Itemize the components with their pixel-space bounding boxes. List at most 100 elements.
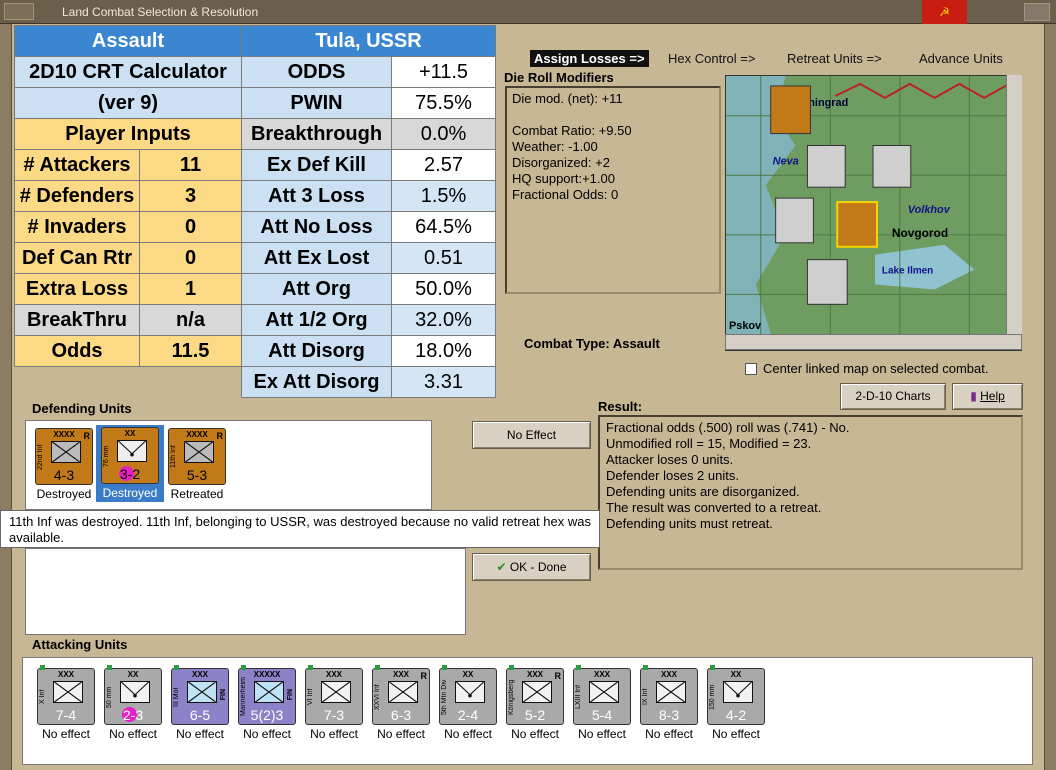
mini-map[interactable]: Leningrad Neva Volkhov Novgorod Lake Ilm… — [725, 75, 1022, 351]
attacker-unit[interactable]: XXX IX Inf 8-3 No effect — [638, 665, 700, 741]
attacker-unit[interactable]: XXX X Inf 7-4 No effect — [35, 665, 97, 741]
unit-strength: 4-3 — [53, 467, 75, 483]
unit-counter[interactable]: XX 5th Mtn Div 2-4 — [439, 665, 497, 725]
calc-input-invaders[interactable]: 0 — [139, 211, 242, 243]
calc-label-attexlost: Att Ex Lost — [241, 242, 392, 274]
unit-counter[interactable]: XXXXX Mannerheim FIN 5(2)3 — [238, 665, 296, 725]
result-line: Fractional odds (.500) roll was (.741) -… — [606, 420, 850, 435]
map-vertical-scrollbar[interactable] — [1006, 75, 1022, 334]
infantry-symbol-icon — [53, 681, 83, 703]
defender-unit-selected[interactable]: XX 76 mm 3-2 Destroyed — [96, 425, 164, 502]
map-counter-7-3[interactable] — [806, 144, 846, 188]
calc-input-odds[interactable]: 11.5 — [139, 335, 242, 367]
no-effect-button[interactable]: No Effect — [472, 421, 591, 449]
help-button[interactable]: ▮ Help — [952, 383, 1023, 410]
attacker-unit[interactable]: XXX XXVI Inf R 6-3 No effect — [370, 665, 432, 741]
calc-label-breakthrough: Breakthrough — [241, 118, 392, 150]
map-label-novgorod: Novgorod — [892, 226, 948, 240]
calc-label-att3loss: Att 3 Loss — [241, 180, 392, 212]
unit-strength: 7-3 — [323, 707, 345, 723]
center-linked-map-option[interactable]: Center linked map on selected combat. — [745, 361, 988, 376]
infantry-symbol-icon — [589, 681, 619, 703]
calc-empty-cell — [14, 366, 242, 398]
infantry-symbol-icon — [388, 681, 418, 703]
unit-counter[interactable]: XX 50 mm 2-3 — [104, 665, 162, 725]
phase-assign-losses[interactable]: Assign Losses => — [530, 50, 649, 67]
system-menu-icon[interactable] — [4, 3, 34, 20]
calc-input-defenders[interactable]: 3 — [139, 180, 242, 212]
combat-log-area — [25, 548, 466, 635]
map-counter-leningrad[interactable] — [770, 85, 811, 135]
attacking-units-title: Attacking Units — [32, 637, 128, 652]
unit-counter[interactable]: XXX XXVI Inf R 6-3 — [372, 665, 430, 725]
attacker-unit[interactable]: XXX III Mot FIN 6-5 No effect — [169, 665, 231, 741]
drm-line — [512, 107, 714, 123]
calc-label-extraloss: Extra Loss — [14, 273, 140, 305]
attacker-unit[interactable]: XXX VI Inf 7-3 No effect — [303, 665, 365, 741]
map-counter-6-3[interactable] — [872, 144, 912, 188]
calc-player-inputs: Player Inputs — [14, 118, 242, 150]
calc-label-atthalforg: Att 1/2 Org — [241, 304, 392, 336]
map-horizontal-scrollbar[interactable] — [725, 334, 1022, 350]
center-linked-checkbox[interactable] — [745, 363, 757, 375]
unit-counter[interactable]: XXXX 11th Inf R 5-3 — [168, 428, 226, 485]
check-icon: ✔ — [496, 560, 510, 574]
map-counter-5-4[interactable] — [806, 259, 848, 305]
attacker-unit[interactable]: XXX Königsberg R 5-2 No effect — [504, 665, 566, 741]
calc-label-exattdisorg: Ex Att Disorg — [241, 366, 392, 398]
calc-input-extraloss[interactable]: 1 — [139, 273, 242, 305]
unit-counter[interactable]: XX 150 mm 4-2 — [707, 665, 765, 725]
result-line: The result was converted to a retreat. — [606, 500, 822, 515]
calc-input-defcanrtr[interactable]: 0 — [139, 242, 242, 274]
attacker-unit[interactable]: XX 150 mm 4-2 No effect — [705, 665, 767, 741]
unit-counter[interactable]: XXX X Inf 7-4 — [37, 665, 95, 725]
unit-nation: FIN — [220, 689, 227, 701]
calc-value-exattdisorg: 3.31 — [391, 366, 496, 398]
map-counter-7-4[interactable] — [775, 197, 814, 244]
ok-done-button[interactable]: ✔ OK - Done — [472, 553, 591, 581]
phase-retreat-units[interactable]: Retreat Units => — [787, 51, 882, 66]
close-button[interactable] — [1024, 3, 1050, 21]
unit-reserve-mark: R — [554, 671, 562, 681]
artillery-symbol-icon — [117, 440, 147, 462]
attacker-unit[interactable]: XX 50 mm 2-3 No effect — [102, 665, 164, 741]
die-roll-modifiers-title: Die Roll Modifiers — [504, 70, 614, 85]
unit-status: No effect — [578, 727, 626, 741]
unit-counter[interactable]: XXX VI Inf 7-3 — [305, 665, 363, 725]
unit-counter[interactable]: XX 76 mm 3-2 — [101, 427, 159, 484]
attacker-unit[interactable]: XXXXX Mannerheim FIN 5(2)3 No effect — [236, 665, 298, 741]
unit-counter[interactable]: XXXX 22nd Inf R 4-3 — [35, 428, 93, 485]
attacker-unit[interactable]: XX 5th Mtn Div 2-4 No effect — [437, 665, 499, 741]
ok-done-label: OK - Done — [509, 560, 567, 574]
infantry-symbol-icon — [656, 681, 686, 703]
calc-input-attackers[interactable]: 11 — [139, 149, 242, 181]
calc-label-odds-input: Odds — [14, 335, 140, 367]
defender-unit[interactable]: XXXX 22nd Inf R 4-3 Destroyed — [33, 428, 95, 501]
drm-line: Weather: -1.00 — [512, 139, 598, 154]
unit-status: No effect — [444, 727, 492, 741]
attacker-unit[interactable]: XXX LXIII Inf 5-4 No effect — [571, 665, 633, 741]
unit-counter[interactable]: XXX Königsberg R 5-2 — [506, 665, 564, 725]
defending-units-title: Defending Units — [32, 401, 132, 416]
calc-label-attdisorg: Att Disorg — [241, 335, 392, 367]
unit-strength: 6-5 — [189, 707, 211, 723]
unit-counter[interactable]: XXX IX Inf 8-3 — [640, 665, 698, 725]
map-label-lake-ilmen: Lake Ilmen — [882, 266, 933, 277]
calc-label-attorg: Att Org — [241, 273, 392, 305]
unit-counter[interactable]: XXX LXIII Inf 5-4 — [573, 665, 631, 725]
defender-unit[interactable]: XXXX 11th Inf R 5-3 Retreated — [166, 428, 228, 501]
map-counter-target[interactable] — [836, 201, 878, 248]
unit-counter[interactable]: XXX III Mot FIN 6-5 — [171, 665, 229, 725]
charts-button[interactable]: 2-D-10 Charts — [840, 383, 946, 410]
calc-label-attackers: # Attackers — [14, 149, 140, 181]
phase-hex-control[interactable]: Hex Control => — [668, 51, 755, 66]
drm-line: HQ support:+1.00 — [512, 171, 615, 186]
unit-strength: 7-4 — [55, 707, 77, 723]
unit-reserve-mark: R — [420, 671, 428, 681]
unit-strength: 6-3 — [390, 707, 412, 723]
drm-line: Die mod. (net): +11 — [512, 91, 623, 106]
artillery-symbol-icon — [455, 681, 485, 703]
right-border — [1044, 24, 1056, 770]
phase-advance-units[interactable]: Advance Units — [919, 51, 1003, 66]
title-bar[interactable]: Land Combat Selection & Resolution ☭ — [0, 0, 1056, 24]
